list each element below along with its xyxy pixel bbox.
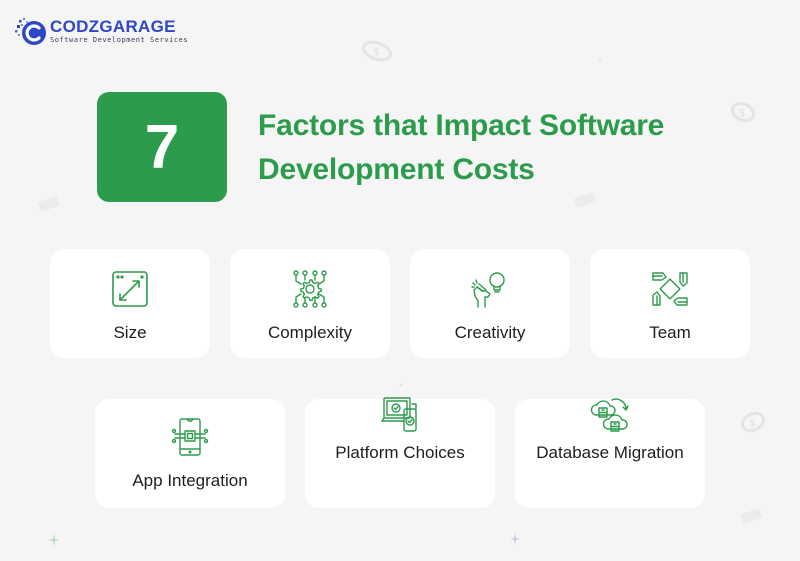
factor-card-platform-choices[interactable]: Platform Choices [305,397,495,508]
coin-icon: $ [362,40,392,62]
brand-logo[interactable]: CODZGARAGE Software Development Services [14,14,188,48]
banknote-icon [739,508,763,524]
factor-card-size[interactable]: Size [50,249,210,358]
sparkle-icon [510,533,520,545]
svg-text:$: $ [373,47,379,58]
title-line-2: Development Costs [258,153,535,186]
sparkle-icon [398,382,404,388]
hand-lightbulb-icon [471,272,505,308]
factor-label: Database Migration [536,443,684,462]
factor-count-badge: 7 [97,92,227,202]
coin-icon: $ [740,411,766,433]
devices-check-icon [381,397,417,432]
svg-text:$: $ [739,108,745,119]
banknote-icon [573,192,597,208]
sparkle-icon [48,533,60,547]
factor-card-database-migration[interactable]: Database Migration [515,398,705,508]
title-line-1: Factors that Impact Software [258,109,665,142]
coin-icon: $ [730,101,756,123]
factor-label: Complexity [267,323,353,342]
factor-card-creativity[interactable]: Creativity [410,249,570,358]
page-title: Factors that Impact Software Development… [258,104,664,192]
svg-text:$: $ [749,418,755,429]
factor-label: Team [649,323,691,342]
cloud-database-migration-icon [590,398,629,432]
brand-name: CODZGARAGE [50,16,176,36]
brand-tagline: Software Development Services [50,35,189,44]
banknote-icon [37,196,61,212]
factor-label: App Integration [132,471,248,490]
resize-window-icon [112,271,148,307]
factor-label: Size [113,323,147,342]
phone-chip-icon [171,418,209,456]
gear-circuit-icon [293,270,327,308]
factor-label: Platform Choices [335,443,465,462]
factor-card-team[interactable]: Team [590,249,750,358]
sparkle-icon [597,56,603,62]
team-hands-icon [652,272,688,306]
codzgarage-logo-icon [15,18,46,45]
factor-label: Creativity [454,323,526,342]
factor-card-complexity[interactable]: Complexity [230,249,390,358]
factor-card-app-integration[interactable]: App Integration [95,399,285,508]
